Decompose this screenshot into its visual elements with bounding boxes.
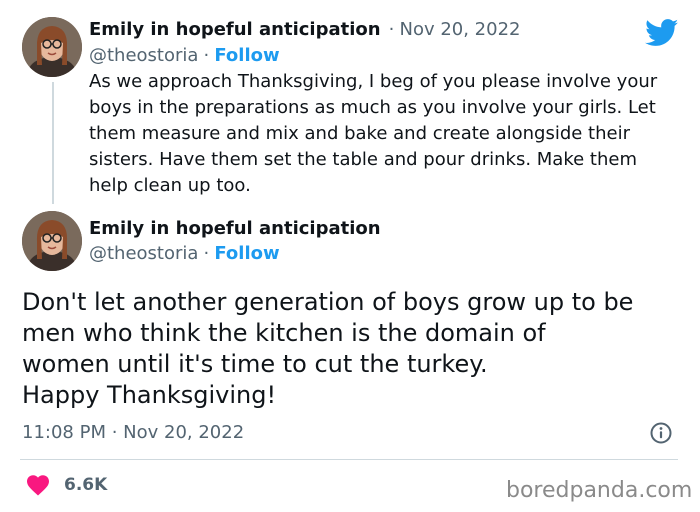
meta-separator: · xyxy=(203,243,210,264)
tweet-date[interactable]: Nov 20, 2022 xyxy=(399,19,520,40)
twitter-bird-icon[interactable] xyxy=(645,19,679,47)
divider xyxy=(20,459,678,460)
meta-separator: · xyxy=(388,19,395,40)
author-name[interactable]: Emily in hopeful anticipation xyxy=(89,218,381,239)
author-handle[interactable]: @theostoria xyxy=(89,45,198,66)
tweet-text-line: Don't let another generation of boys gro… xyxy=(22,288,634,316)
follow-button[interactable]: Follow xyxy=(214,45,279,66)
tweet1-text: As we approach Thanksgiving, I beg of yo… xyxy=(89,71,658,196)
tweet-text-line: women until it's time to cut the turkey. xyxy=(22,350,488,378)
tweet1-handle-row: @theostoria · Follow xyxy=(89,45,280,66)
heart-icon xyxy=(27,475,49,496)
tweet1-header: Emily in hopeful anticipation · Nov 20, … xyxy=(89,19,521,40)
tweet-timestamp[interactable]: 11:08 PM · Nov 20, 2022 xyxy=(22,422,244,443)
avatar[interactable] xyxy=(22,211,82,271)
tweet-text-line: Happy Thanksgiving! xyxy=(22,381,277,409)
tweet-text-line: men who think the kitchen is the domain … xyxy=(22,319,546,347)
thread-connector-line xyxy=(52,82,54,204)
follow-button[interactable]: Follow xyxy=(214,243,279,264)
author-handle[interactable]: @theostoria xyxy=(89,243,198,264)
tweet2-text: Don't let another generation of boys gro… xyxy=(22,287,692,411)
like-button[interactable] xyxy=(26,474,50,496)
like-count: 6.6K xyxy=(64,475,108,495)
info-icon[interactable] xyxy=(650,422,672,444)
tweet2-header: Emily in hopeful anticipation xyxy=(89,218,381,239)
author-name[interactable]: Emily in hopeful anticipation xyxy=(89,19,381,40)
watermark: boredpanda.com xyxy=(506,478,693,503)
meta-separator: · xyxy=(203,45,210,66)
tweet2-handle-row: @theostoria · Follow xyxy=(89,243,280,264)
avatar[interactable] xyxy=(22,17,82,77)
